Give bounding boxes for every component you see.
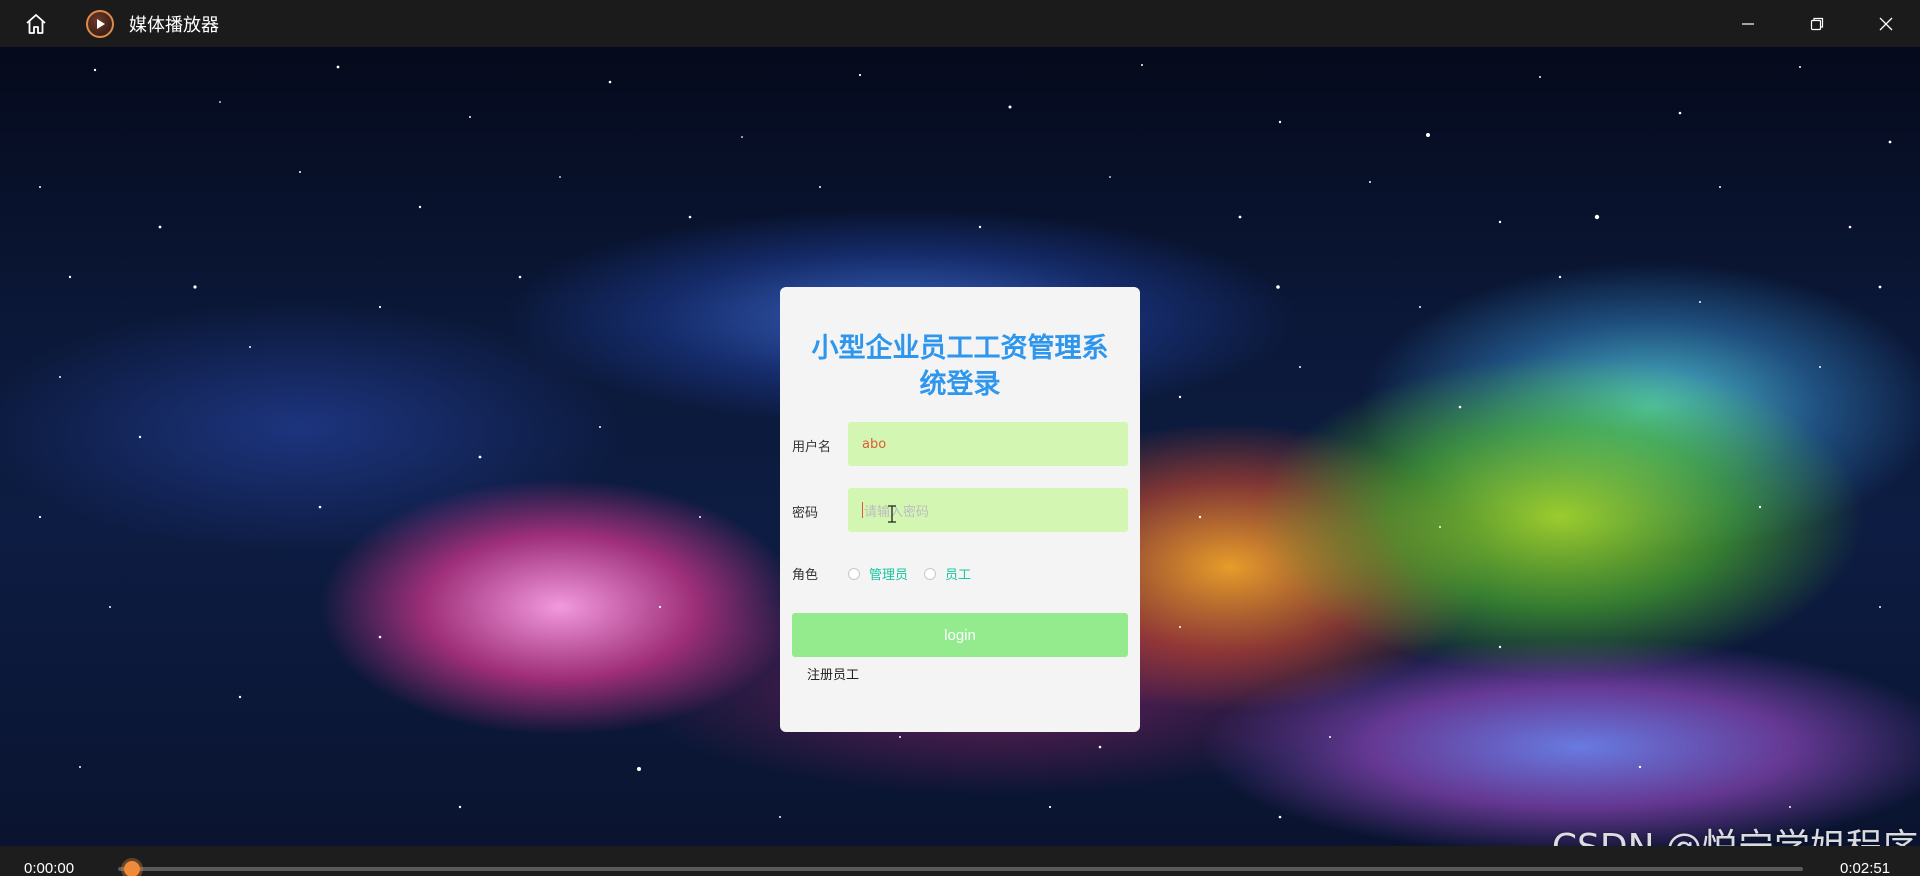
minimize-icon [1741,22,1754,25]
current-time: 0:00:00 [24,860,75,876]
role-label: 角色 [792,568,819,583]
seek-thumb[interactable] [124,861,140,876]
seek-bar[interactable] [118,867,1803,871]
radio-admin[interactable] [848,567,860,580]
ibeam-cursor-icon [888,505,896,523]
radio-employee[interactable] [924,567,937,580]
username-value: abo [862,436,887,452]
role-radio-group: 管理员 员工 [848,564,987,583]
home-button[interactable] [19,7,53,41]
password-label: 密码 [792,506,819,521]
window-title: 媒体播放器 [129,14,219,36]
restore-button[interactable] [1782,0,1851,47]
text-caret [862,502,863,518]
register-employee-link[interactable]: 注册员工 [807,664,859,683]
username-label: 用户名 [792,440,832,455]
radio-employee-label[interactable]: 员工 [945,564,971,583]
minimize-button[interactable] [1713,0,1782,47]
play-circle-icon [86,9,114,38]
home-icon [26,13,46,34]
close-button[interactable] [1851,0,1920,47]
login-title: 小型企业员工工资管理系统登录 [811,333,1109,400]
total-time: 0:02:51 [1840,860,1891,876]
title-bar: 媒体播放器 [0,0,1920,47]
playback-control-bar: 0:00:00 0:02:51 [0,846,1920,876]
login-card: 小型企业员工工资管理系统登录 用户名 abo 密码 请输入密码 角色 管理员 员… [780,287,1140,732]
radio-admin-label[interactable]: 管理员 [869,564,908,583]
close-icon [1879,17,1892,30]
media-player-window: 媒体播放器 小型企业员工工资管理系统登录 用户名 abo 密码 请输入密码 角色… [0,0,1920,876]
login-button[interactable]: login [792,613,1128,657]
window-controls [1713,0,1920,47]
username-input[interactable]: abo [848,422,1128,466]
restore-icon [1810,17,1823,30]
